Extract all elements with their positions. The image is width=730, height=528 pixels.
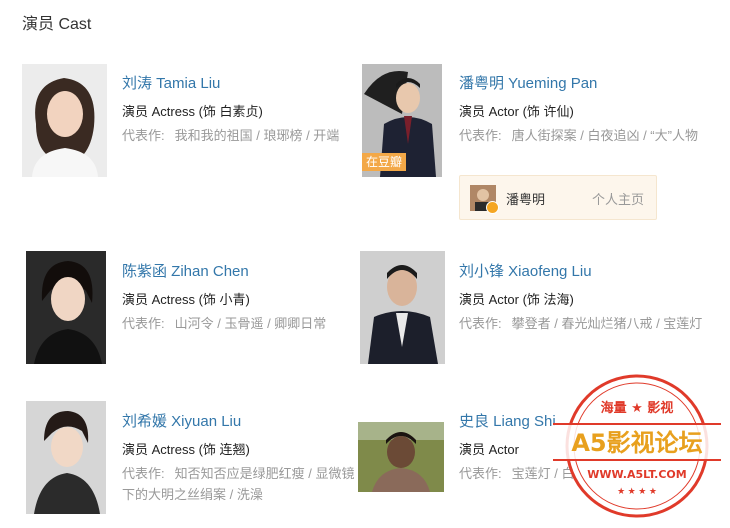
actor-role: 演员 Actor (饰 许仙) [459,104,574,119]
actor-photo[interactable] [22,64,107,177]
works-list[interactable]: 我和我的祖国 / 琅琊榜 / 开端 [175,128,340,143]
actor-photo[interactable]: 在豆瓣 [362,64,442,177]
representative-works: 代表作: 我和我的祖国 / 琅琊榜 / 开端 [122,125,352,146]
actor-name-link[interactable]: 潘粤明 Yueming Pan [459,72,597,93]
works-list[interactable]: 唐人街探案 / 白夜追凶 / “大”人物 [512,128,698,143]
watermark-url-text: WWW.A5LT.COM [587,468,686,481]
works-label: 代表作: [459,316,502,331]
representative-works: 代表作: 攀登者 / 春光灿烂猪八戒 / 宝莲灯 [459,313,709,334]
verified-star-icon [486,201,499,214]
representative-works: 代表作: 山河令 / 玉骨遥 / 卿卿日常 [122,313,352,334]
douban-badge: 在豆瓣 [362,153,407,171]
works-label: 代表作: [122,316,165,331]
works-label: 代表作: [122,128,165,143]
actor-photo[interactable] [26,251,106,364]
actor-role: 演员 Actress (饰 白素贞) [122,104,263,119]
section-title: 演员 Cast [22,16,92,33]
actor-photo[interactable] [26,401,106,514]
representative-works: 代表作: 唐人街探案 / 白夜追凶 / “大”人物 [459,125,704,146]
homepage-user-name[interactable]: 潘粤明 [506,189,545,208]
actor-photo[interactable] [358,422,444,492]
actor-role: 演员 Actress (饰 连翘) [122,442,250,457]
actor-name-link[interactable]: 史良 Liang Shi [459,410,556,431]
watermark-stamp: 海量 ★ 影视 A5影视论坛 WWW.A5LT.COM ★ ★ ★ ★ [548,368,726,523]
actor-name-link[interactable]: 刘涛 Tamia Liu [122,72,220,93]
actor-role: 演员 Actress (饰 小青) [122,292,250,307]
actor-role: 演员 Actor [459,442,519,457]
actor-name-link[interactable]: 陈紫函 Zihan Chen [122,260,249,281]
homepage-link[interactable]: 个人主页 [592,189,644,208]
works-list[interactable]: 攀登者 / 春光灿烂猪八戒 / 宝莲灯 [512,316,703,331]
watermark-main-text: A5影视论坛 [571,429,702,457]
actor-photo[interactable] [360,251,445,364]
representative-works: 代表作: 知否知否应是绿肥红瘦 / 显微镜下的大明之丝绢案 / 洗澡 [122,463,362,505]
actor-role: 演员 Actor (饰 法海) [459,292,574,307]
actor-name-link[interactable]: 刘希媛 Xiyuan Liu [122,410,241,431]
works-list[interactable]: 山河令 / 玉骨遥 / 卿卿日常 [175,316,327,331]
works-label: 代表作: [459,128,502,143]
watermark-top-text: 海量 ★ 影视 [601,400,674,416]
works-label: 代表作: [122,466,165,481]
svg-text:★ ★ ★ ★: ★ ★ ★ ★ [617,486,657,496]
actor-name-link[interactable]: 刘小锋 Xiaofeng Liu [459,260,592,281]
homepage-box[interactable]: 潘粤明 个人主页 [459,175,657,220]
works-label: 代表作: [459,466,502,481]
